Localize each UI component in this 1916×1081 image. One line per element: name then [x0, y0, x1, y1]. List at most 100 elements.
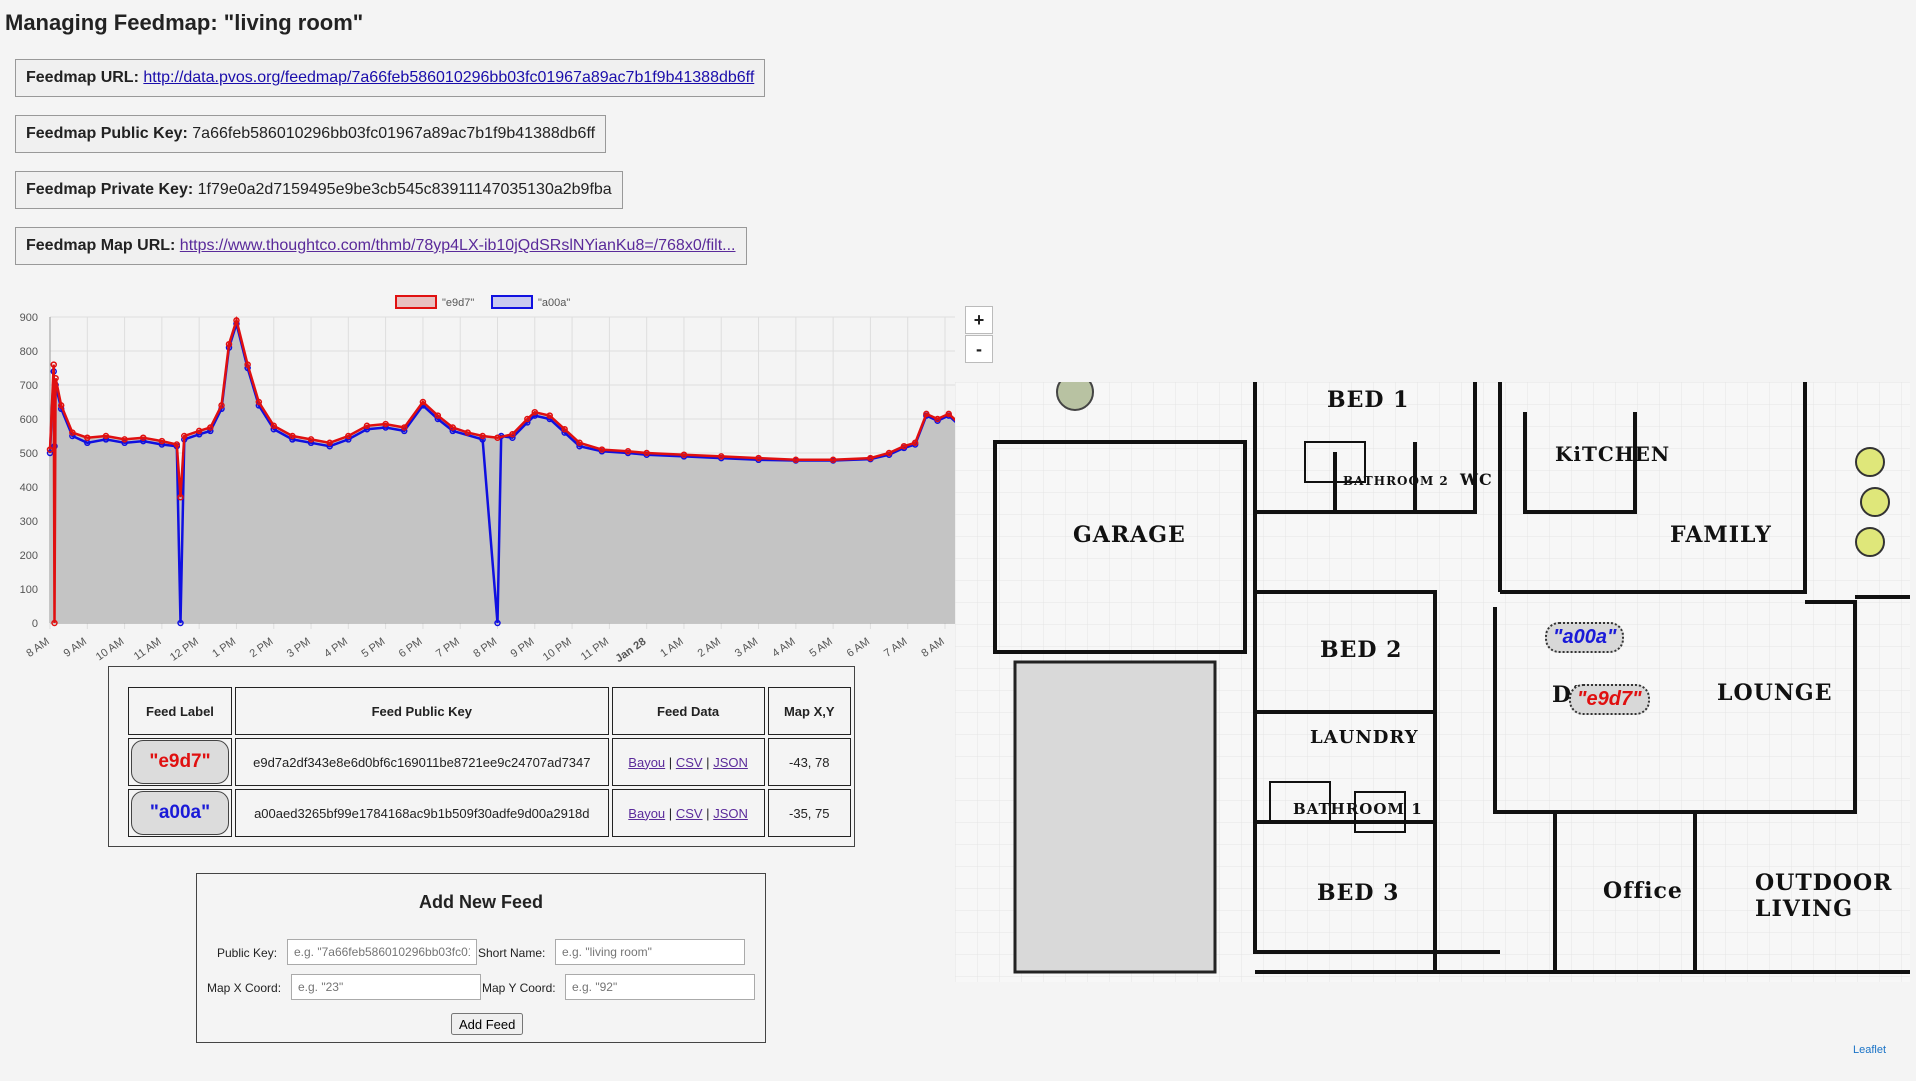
feedmap-public-key-box: Feedmap Public Key: 7a66feb586010296bb03…	[15, 115, 607, 153]
page-title: Managing Feedmap: "living room"	[5, 10, 364, 35]
room-label-family: FAMILY	[1670, 522, 1772, 548]
room-label-bathroom1: BATHROOM 1	[1293, 800, 1423, 818]
room-label-bathroom2: BATHROOM 2	[1343, 474, 1449, 488]
bayou-link[interactable]: Bayou	[628, 755, 665, 770]
chart-ytick-label: 0	[32, 618, 38, 630]
header-map-xy: Map X,Y	[767, 687, 851, 735]
chart-xtick-label: 3 AM	[733, 636, 760, 660]
feedmap-map-url-link[interactable]: https://www.thoughtco.com/thmb/78yp4LX-i…	[180, 237, 736, 254]
chart-xtick-label: 4 PM	[322, 636, 350, 661]
link-separator: |	[706, 805, 710, 821]
feedmap-private-key-label: Feedmap Private Key:	[26, 181, 194, 198]
chart-xtick-label: 5 PM	[359, 636, 387, 661]
chart-legend-label: "e9d7"	[442, 297, 474, 309]
floorplan-map[interactable]: BED 1 KiTCHEN BATHROOM 2 WC GARAGE FAMIL…	[955, 382, 1910, 982]
chart-xtick-label: 8 PM	[471, 636, 499, 661]
chart-xtick-label: 9 AM	[62, 636, 89, 660]
map-x-input[interactable]	[291, 974, 481, 1000]
chart-xtick-label: 6 AM	[845, 636, 872, 660]
room-label-bed1: BED 1	[1327, 387, 1410, 413]
chart-ytick-label: 700	[20, 380, 38, 392]
add-feed-title: Add New Feed	[418, 892, 543, 912]
chart-xtick-label: 12 PM	[168, 636, 201, 664]
chart-xtick-label: 1 PM	[210, 636, 238, 661]
chart-xtick-label: 11 PM	[579, 636, 611, 664]
chart-ytick-label: 300	[20, 516, 38, 528]
feed-chart-svg: 0 100 200 300 400 500 600 700 800 900 8 AM 9 AM 10 A…	[20, 295, 965, 665]
map-marker-a00a[interactable]: "a00a"	[1545, 622, 1625, 653]
link-separator: |	[668, 805, 673, 821]
link-separator: |	[668, 754, 673, 770]
feeds-table-panel: Feed Label Feed Public Key Feed Data Map…	[108, 666, 855, 847]
csv-link[interactable]: CSV	[676, 755, 703, 770]
chart-legend-label: "a00a"	[538, 297, 570, 309]
chart-xtick-label: 4 AM	[770, 636, 797, 660]
feed-key-cell: a00aed3265bf99e1784168ac9b1b509f30adfe9d…	[234, 789, 609, 837]
room-label-laundry: LAUNDRY	[1310, 727, 1419, 748]
chart-ytick-label: 200	[20, 550, 38, 562]
chart-xtick-label: 2 PM	[248, 636, 276, 661]
feedmap-private-key-value: 1f79e0a2d7159495e9be3cb545c8391114703513…	[197, 181, 612, 198]
chart-xtick-label: 11 AM	[132, 636, 164, 663]
feed-key-cell: e9d7a2df343e8e6d0bf6c169011be8721ee9c247…	[234, 738, 609, 786]
add-feed-button[interactable]: Add Feed	[451, 1013, 524, 1035]
room-label-lounge: LOUNGE	[1717, 680, 1833, 706]
zoom-out-button[interactable]: -	[965, 335, 993, 363]
room-label-bed3: BED 3	[1317, 880, 1400, 906]
chart-xtick-label: 9 PM	[509, 636, 537, 661]
map-y-label: Map Y Coord:	[482, 981, 556, 995]
feedmap-private-key-box: Feedmap Private Key: 1f79e0a2d7159495e9b…	[15, 171, 623, 209]
short-name-input[interactable]	[555, 939, 745, 965]
chart-ytick-label: 400	[20, 482, 38, 494]
feed-label-pill[interactable]: "a00a"	[130, 791, 229, 835]
chart-xtick-label: 8 AM	[919, 636, 946, 660]
feed-label-pill[interactable]: "e9d7"	[130, 740, 229, 784]
feedmap-public-key-value: 7a66feb586010296bb03fc01967a89ac7b1f9b41…	[192, 125, 596, 142]
table-row: "a00a" a00aed3265bf99e1784168ac9b1b509f3…	[128, 789, 851, 837]
add-feed-form: Add New Feed Public Key: Short Name: Map…	[196, 873, 766, 1043]
chart-xtick-label: 10 PM	[541, 636, 574, 664]
feedmap-url-link[interactable]: http://data.pvos.org/feedmap/7a66feb5860…	[143, 69, 754, 86]
short-name-label: Short Name:	[478, 946, 546, 960]
chart-xtick-label: Jan 28	[613, 636, 648, 665]
room-label-wc: WC	[1460, 470, 1493, 489]
bayou-link[interactable]: Bayou	[628, 806, 665, 821]
chart-ytick-label: 900	[20, 312, 38, 324]
feed-chart: 0 100 200 300 400 500 600 700 800 900 8 AM 9 AM 10 A…	[0, 290, 965, 665]
header-feed-label: Feed Label	[128, 687, 232, 735]
public-key-label: Public Key:	[217, 946, 278, 960]
chart-xtick-label: 2 AM	[696, 636, 723, 660]
feed-label-cell: "e9d7"	[128, 738, 232, 786]
feed-label-cell: "a00a"	[128, 789, 232, 837]
public-key-input[interactable]	[287, 939, 477, 965]
map-marker-e9d7[interactable]: "e9d7"	[1569, 684, 1650, 715]
chart-series-area	[50, 320, 965, 623]
link-separator: |	[706, 754, 710, 770]
chart-ytick-label: 100	[20, 584, 38, 596]
zoom-in-button[interactable]: +	[965, 306, 993, 334]
feedmap-url-label: Feedmap URL:	[26, 69, 139, 86]
room-label-bed2: BED 2	[1320, 637, 1403, 663]
room-label-outdoor-living: OUTDOOR LIVING	[1755, 870, 1893, 922]
feed-xy-cell: -43, 78	[767, 738, 851, 786]
json-link[interactable]: JSON	[713, 755, 748, 770]
chart-xtick-label: 3 PM	[285, 636, 313, 661]
map-x-label: Map X Coord:	[207, 981, 282, 995]
csv-link[interactable]: CSV	[676, 806, 703, 821]
chart-xtick-label: 7 PM	[434, 636, 462, 661]
chart-xtick-label: 1 AM	[658, 636, 685, 660]
feed-xy-cell: -35, 75	[767, 789, 851, 837]
room-label-kitchen: KiTCHEN	[1555, 442, 1671, 466]
feeds-table: Feed Label Feed Public Key Feed Data Map…	[125, 684, 854, 840]
chart-ytick-label: 800	[20, 346, 38, 358]
chart-legend-swatch	[491, 295, 533, 309]
room-label-garage: GARAGE	[1073, 522, 1186, 548]
chart-xtick-label: 8 AM	[24, 636, 51, 660]
json-link[interactable]: JSON	[713, 806, 748, 821]
chart-legend-swatch	[395, 295, 437, 309]
leaflet-attribution-link[interactable]: Leaflet	[1853, 1044, 1886, 1056]
header-feed-public-key: Feed Public Key	[234, 687, 609, 735]
room-label-office: Office	[1603, 878, 1683, 904]
chart-xtick-label: 10 AM	[94, 636, 126, 664]
map-y-input[interactable]	[565, 974, 755, 1000]
